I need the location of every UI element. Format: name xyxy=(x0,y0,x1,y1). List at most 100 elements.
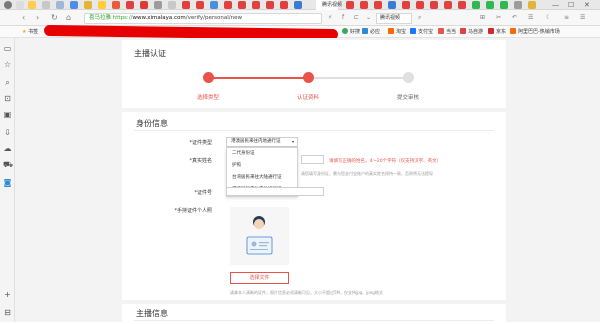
bookmark-item[interactable]: 支付宝 xyxy=(410,28,433,36)
video-icon[interactable]: ▣ xyxy=(3,110,12,119)
bookmark-item[interactable]: 必应 xyxy=(362,28,380,36)
tab-favicon[interactable] xyxy=(486,1,494,9)
translate-icon[interactable]: f xyxy=(342,13,344,23)
reload-icon[interactable]: ↻ xyxy=(51,13,58,23)
bookmark-item[interactable]: 好搜 xyxy=(342,28,360,36)
tab-favicon[interactable] xyxy=(84,1,92,9)
bookmark-item[interactable]: 马自游 xyxy=(460,28,483,36)
bookmarks-star-icon[interactable]: ★ 书签 xyxy=(22,28,38,36)
tab-favicon[interactable] xyxy=(112,1,120,9)
bookmark-item[interactable]: 当当 xyxy=(438,28,456,36)
moon-icon[interactable]: ☾ xyxy=(546,13,551,23)
choose-file-button[interactable]: 选择文件 xyxy=(230,272,289,284)
cut-icon[interactable]: ✂ xyxy=(496,13,501,23)
id-type-option[interactable]: 台湾居民来往大陆通行证 xyxy=(232,175,282,181)
menu-icon[interactable]: ☰ xyxy=(528,13,533,23)
real-name-input[interactable] xyxy=(301,155,324,164)
section-divider xyxy=(122,300,506,304)
tab-favicon[interactable] xyxy=(196,1,204,9)
step-label-3: 提交审核 xyxy=(396,95,419,101)
name-hint: 请填写正确的姓名，4～20个字符（仅支持汉字、英文） xyxy=(329,159,442,164)
chat-icon[interactable]: ☁ xyxy=(3,144,12,153)
tab-favicon[interactable] xyxy=(500,1,508,9)
forward-icon[interactable]: › xyxy=(36,13,39,23)
download-icon[interactable]: ⇩ xyxy=(3,128,12,137)
tab-favicon[interactable] xyxy=(266,1,274,9)
id-number-input[interactable] xyxy=(226,187,324,196)
translate-icon[interactable]: ⊏ xyxy=(354,13,359,23)
bookmark-item[interactable]: 阿里巴巴-热销市场 xyxy=(510,28,560,36)
search-icon[interactable]: ⌕ xyxy=(3,78,12,87)
step-dot-2 xyxy=(303,72,314,83)
tab-favicon[interactable] xyxy=(514,1,522,9)
tab-favicon[interactable] xyxy=(154,1,162,9)
id-type-option[interactable]: 护照 xyxy=(232,163,241,169)
tab-favicon[interactable] xyxy=(360,1,368,9)
secure-site-label: 喜马拉雅 xyxy=(89,15,112,21)
tab-favicon[interactable] xyxy=(182,1,190,9)
app-icon[interactable]: ◙ xyxy=(3,178,12,187)
tab-favicon[interactable] xyxy=(346,1,354,9)
tab-favicon[interactable] xyxy=(472,1,480,9)
close-icon[interactable]: ✕ xyxy=(584,0,590,10)
undo-icon[interactable]: ↶ xyxy=(512,13,517,23)
active-tab-title: 腾讯视频 xyxy=(322,2,343,8)
tab-favicon[interactable] xyxy=(56,1,64,9)
tab-favicon[interactable] xyxy=(42,1,50,9)
bookmark-favicon-icon xyxy=(342,28,348,34)
chevron-down-icon: ▾ xyxy=(291,139,294,144)
tab-favicon[interactable] xyxy=(210,1,218,9)
tab-favicon[interactable] xyxy=(374,1,382,9)
tab-favicon[interactable] xyxy=(28,1,36,9)
screenshot-icon[interactable]: ⊡ xyxy=(3,94,12,103)
id-type-option[interactable]: 二代身份证 xyxy=(232,151,255,157)
search-input[interactable]: 腾讯视频 xyxy=(376,13,412,24)
tab-favicon[interactable] xyxy=(140,1,148,9)
tab-favicon[interactable] xyxy=(224,1,232,9)
tab-favicon[interactable] xyxy=(168,1,176,9)
maximize-icon[interactable]: ☐ xyxy=(568,0,574,10)
grid-icon[interactable]: ⊞ xyxy=(480,13,485,23)
profile-avatar-icon[interactable] xyxy=(4,1,12,9)
home-icon[interactable]: ⌂ xyxy=(66,13,71,23)
search-icon[interactable]: ⌕ xyxy=(418,13,421,23)
minimize-icon[interactable]: — xyxy=(552,0,559,10)
star-icon[interactable]: ☆ xyxy=(3,60,12,69)
tab-favicon[interactable] xyxy=(294,1,302,9)
bookmark-item[interactable]: 京东 xyxy=(488,28,506,36)
tab-favicon[interactable] xyxy=(126,1,134,9)
tab-favicon[interactable] xyxy=(238,1,246,9)
url-input[interactable]: 喜马拉雅 https://www.ximalaya.com/verify/per… xyxy=(84,13,322,24)
step-dot-1 xyxy=(203,72,214,83)
tab-favicon[interactable] xyxy=(280,1,288,9)
tab-favicon[interactable] xyxy=(70,1,78,9)
tab-favicon[interactable] xyxy=(402,1,410,9)
tab-favicon[interactable] xyxy=(444,1,452,9)
tabs-icon[interactable]: ▭ xyxy=(3,44,12,53)
bookmarks-label: 书签 xyxy=(28,29,39,35)
chevron-down-icon[interactable]: ⌄ xyxy=(366,13,371,23)
bookmark-item[interactable]: 淘宝 xyxy=(388,28,406,36)
tab-favicon[interactable] xyxy=(458,1,466,9)
menu-icon[interactable]: ☰ xyxy=(580,13,585,23)
tab-favicon[interactable] xyxy=(528,1,536,9)
url-scheme: https:// xyxy=(112,15,133,21)
tab-grid-icon[interactable] xyxy=(16,1,24,9)
tab-favicon[interactable] xyxy=(98,1,106,9)
menu-icon[interactable]: ≡ xyxy=(564,13,569,23)
section-rule xyxy=(134,130,494,131)
tab-favicon[interactable] xyxy=(252,1,260,9)
cart-icon[interactable]: ⛟ xyxy=(3,160,13,169)
back-icon[interactable]: ‹ xyxy=(22,13,25,23)
person-with-id-icon xyxy=(246,216,273,255)
tab-favicon[interactable] xyxy=(388,1,396,9)
add-icon[interactable]: + xyxy=(3,290,12,299)
photo-upload-preview[interactable] xyxy=(230,207,289,265)
tab-favicon[interactable] xyxy=(416,1,424,9)
id-type-select[interactable]: 港澳居民来往内地通行证 ▾ xyxy=(226,137,298,147)
collapse-icon[interactable]: ⊟ xyxy=(3,308,12,317)
browser-tab-bar: 腾讯视频 — ☐ ✕ xyxy=(0,0,600,10)
url-domain: www.ximalaya.com xyxy=(132,15,186,21)
tab-favicon[interactable] xyxy=(430,1,438,9)
lightning-icon[interactable]: ⚡ xyxy=(328,13,332,23)
